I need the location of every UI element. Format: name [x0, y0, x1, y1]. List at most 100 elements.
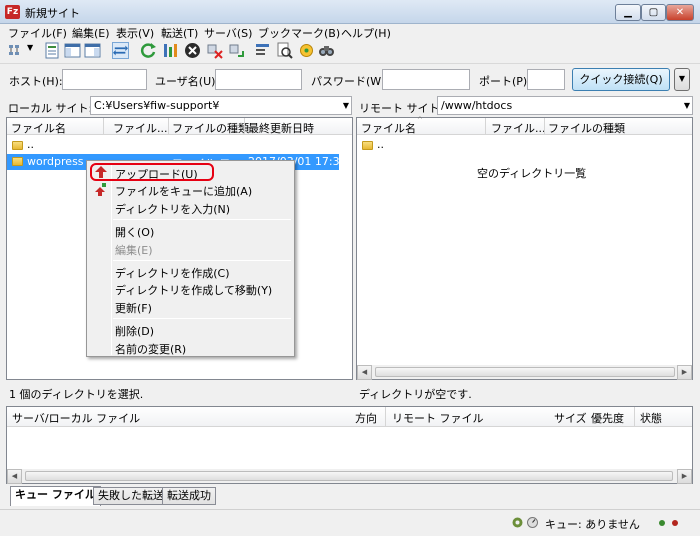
menu-help[interactable]: ヘルプ(H) — [341, 25, 391, 41]
tab-queued-files[interactable]: キュー ファイル — [10, 486, 101, 506]
remote-file-list[interactable]: ファイル名 ^ ファイル... ファイルの種類 .. 空のディレクトリ一覧 ◀ … — [356, 116, 693, 380]
tab-failed-transfers[interactable]: 失敗した転送 — [93, 487, 169, 505]
scrollbar-thumb[interactable] — [375, 367, 675, 377]
remote-empty-message: 空のディレクトリ一覧 — [477, 167, 587, 180]
queue-col-priority[interactable]: 優先度 — [591, 410, 624, 426]
scroll-right-icon[interactable]: ▶ — [677, 469, 692, 484]
column-separator — [485, 118, 486, 135]
local-row-name: .. — [27, 138, 34, 151]
password-label: パスワード(W): — [311, 75, 390, 88]
search-files-icon[interactable] — [318, 42, 335, 59]
quickconnect-button[interactable]: クイック接続(Q) — [572, 68, 670, 91]
folder-icon — [12, 157, 23, 166]
directory-comparison-icon[interactable] — [276, 42, 293, 59]
menu-edit[interactable]: 編集(E) — [72, 25, 110, 41]
context-menu: アップロード(U) ファイルをキューに追加(A) ディレクトリを入力(N) 開く… — [86, 160, 295, 357]
close-button[interactable]: ✕ — [666, 4, 694, 21]
cancel-operation-icon[interactable] — [184, 42, 201, 59]
menu-item-enter-directory[interactable]: ディレクトリを入力(N) — [115, 201, 230, 217]
site-manager-icon[interactable] — [8, 42, 25, 59]
queue-col-direction[interactable]: 方向 — [355, 410, 377, 426]
column-separator — [244, 118, 245, 135]
column-separator — [168, 118, 169, 135]
quickconnect-history-dropdown[interactable]: ▼ — [674, 68, 690, 91]
upload-highlight-annotation — [90, 163, 214, 181]
remote-col-filesize[interactable]: ファイル... — [491, 120, 546, 136]
port-label: ポート(P): — [479, 75, 531, 88]
refresh-icon[interactable] — [140, 42, 157, 59]
username-input[interactable] — [215, 69, 302, 90]
menu-transfer[interactable]: 転送(T) — [161, 25, 198, 41]
menu-item-open[interactable]: 開く(O) — [115, 224, 154, 240]
menu-item-add-to-queue[interactable]: ファイルをキューに追加(A) — [115, 183, 252, 199]
folder-icon — [12, 141, 23, 150]
status-bar: キュー: ありません — [0, 509, 700, 536]
reconnect-icon[interactable] — [228, 42, 245, 59]
local-col-filename[interactable]: ファイル名 — [11, 120, 66, 136]
local-row-name: wordpress — [27, 155, 84, 168]
toolbar: ▼ — [0, 41, 700, 61]
local-list-header: ファイル名 ファイル... ファイルの種類 最終更新日時 — [7, 118, 352, 135]
directory-listing-filter-icon[interactable] — [254, 42, 271, 59]
local-col-filesize[interactable]: ファイル... — [113, 120, 168, 136]
chevron-down-icon[interactable]: ▼ — [684, 97, 690, 114]
transfer-queue[interactable]: サーバ/ローカル ファイル 方向 リモート ファイル サイズ 優先度 状態 ◀ … — [6, 406, 693, 484]
column-separator — [385, 407, 386, 427]
local-col-modified[interactable]: 最終更新日時 — [248, 120, 314, 136]
port-input[interactable] — [527, 69, 565, 90]
title-bar: Fz 新規サイト ▁ ▢ ✕ — [0, 0, 700, 24]
password-input[interactable] — [382, 69, 470, 90]
remote-list-header: ファイル名 ^ ファイル... ファイルの種類 — [357, 116, 692, 136]
local-tree-toggle-icon[interactable] — [64, 42, 81, 59]
synchronized-browsing-icon[interactable] — [298, 42, 315, 59]
menu-server[interactable]: サーバ(S) — [204, 25, 252, 41]
chevron-down-icon[interactable]: ▼ — [27, 43, 33, 52]
scrollbar-thumb[interactable] — [25, 471, 673, 481]
minimize-button[interactable]: ▁ — [615, 4, 641, 21]
table-row[interactable]: .. — [357, 137, 692, 154]
remote-tree-toggle-icon[interactable] — [84, 42, 101, 59]
remote-horizontal-scrollbar[interactable]: ◀ ▶ — [357, 365, 692, 380]
disconnect-icon[interactable] — [206, 42, 223, 59]
menu-gutter — [111, 163, 112, 355]
scroll-left-icon[interactable]: ◀ — [7, 469, 22, 484]
remote-path-combo[interactable]: /www/htdocs ▼ — [437, 96, 693, 115]
menu-item-create-and-enter-directory[interactable]: ディレクトリを作成して移動(Y) — [115, 282, 272, 298]
process-queue-icon[interactable] — [162, 42, 179, 59]
menu-view[interactable]: 表示(V) — [116, 25, 154, 41]
menu-file[interactable]: ファイル(F) — [8, 25, 67, 41]
menu-item-delete[interactable]: 削除(D) — [115, 323, 154, 339]
remote-col-filename[interactable]: ファイル名 — [361, 120, 416, 136]
table-row[interactable]: .. — [7, 137, 352, 154]
scroll-right-icon[interactable]: ▶ — [677, 365, 692, 380]
queue-col-status[interactable]: 状態 — [640, 410, 662, 426]
sort-ascending-icon: ^ — [417, 116, 423, 124]
maximize-button[interactable]: ▢ — [641, 4, 666, 21]
download-indicator-icon — [672, 520, 678, 526]
window-title: 新規サイト — [25, 7, 80, 20]
menu-bookmarks[interactable]: ブックマーク(B) — [258, 25, 340, 41]
column-separator — [634, 407, 635, 427]
scroll-left-icon[interactable]: ◀ — [357, 365, 372, 380]
tab-successful-transfers[interactable]: 転送成功 — [162, 487, 216, 505]
queue-status-text: キュー: ありません — [545, 518, 640, 531]
host-input[interactable] — [62, 69, 147, 90]
menu-item-rename[interactable]: 名前の変更(R) — [115, 341, 186, 357]
message-log-toggle-icon[interactable] — [44, 42, 61, 59]
local-path-combo[interactable]: C:¥Users¥fiw-support¥ ▼ — [90, 96, 352, 115]
remote-col-filetype[interactable]: ファイルの種類 — [548, 120, 625, 136]
menu-item-refresh[interactable]: 更新(F) — [115, 300, 152, 316]
queue-col-remote[interactable]: リモート ファイル — [392, 410, 484, 426]
gear-icon — [512, 517, 523, 528]
menu-bar: ファイル(F) 編集(E) 表示(V) 転送(T) サーバ(S) ブックマーク(… — [0, 24, 700, 41]
local-status-text: 1 個のディレクトリを選択. — [9, 388, 144, 401]
queue-col-size[interactable]: サイズ — [554, 410, 587, 426]
remote-status-text: ディレクトリが空です. — [359, 388, 472, 401]
username-label: ユーザ名(U): — [155, 75, 220, 88]
chevron-down-icon[interactable]: ▼ — [343, 97, 349, 114]
transfer-queue-toggle-icon[interactable] — [112, 42, 129, 59]
queue-col-local[interactable]: サーバ/ローカル ファイル — [12, 410, 140, 426]
queue-horizontal-scrollbar[interactable]: ◀ ▶ — [7, 469, 692, 484]
menu-item-create-directory[interactable]: ディレクトリを作成(C) — [115, 265, 230, 281]
local-col-filetype[interactable]: ファイルの種類 — [172, 120, 249, 136]
